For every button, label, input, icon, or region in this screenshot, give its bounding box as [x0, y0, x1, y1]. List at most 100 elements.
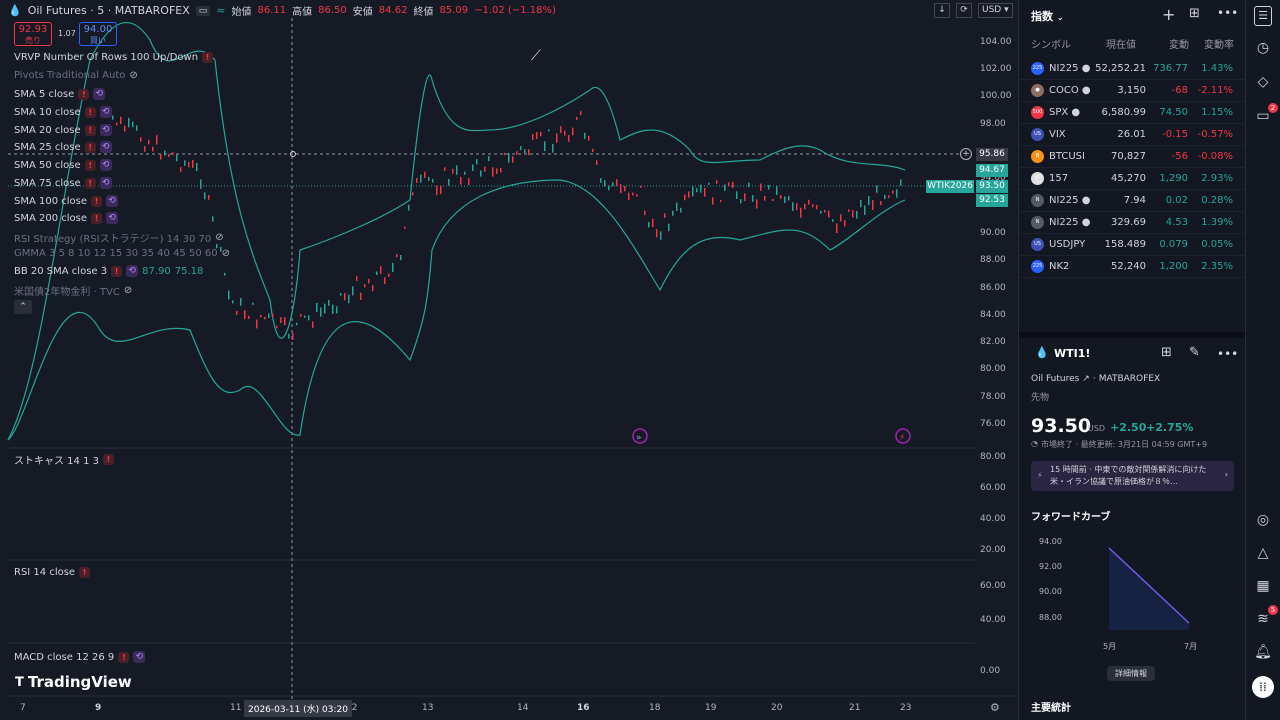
indicator-sma20[interactable]: SMA 20 close! ⟲: [14, 124, 112, 136]
chart-title[interactable]: Oil Futures · 5 · MATBAROFEX: [28, 4, 190, 17]
indicator-sma50[interactable]: SMA 50 close! ⟲: [14, 159, 112, 171]
download-icon[interactable]: ↓: [934, 3, 950, 18]
ideas-icon[interactable]: △: [1253, 543, 1273, 563]
currency-select[interactable]: USD ▾: [978, 3, 1013, 18]
settings-gear-icon[interactable]: ⚙: [990, 701, 1000, 714]
warning-icon[interactable]: !: [202, 52, 214, 63]
cycle-icon[interactable]: ⟲: [93, 88, 106, 100]
add-symbol-icon[interactable]: +: [1162, 5, 1175, 24]
candle: [468, 178, 470, 185]
watchlist-title[interactable]: 指数 ⌄: [1031, 8, 1064, 24]
warning-icon[interactable]: !: [118, 651, 130, 663]
watchlist-row[interactable]: 225 NI225 ● 52,252.21 736.77 1.43%: [1019, 58, 1246, 80]
warning-icon[interactable]: !: [91, 195, 103, 207]
col-symbol[interactable]: シンボル: [1031, 36, 1071, 51]
grid-icon[interactable]: ⊞: [1161, 345, 1172, 360]
indicator-rsi-strategy[interactable]: RSI Strategy (RSIストラテジー) 14 30 70 ⊘: [14, 230, 224, 245]
news-banner[interactable]: ⚡ 15 時間前 · 中東での敵対関係解消に向けた米・イラン協議で原油価格が８％…: [1031, 461, 1234, 491]
detail-name[interactable]: Oil Futures: [1031, 374, 1079, 384]
warning-icon[interactable]: !: [79, 567, 91, 578]
cycle-icon[interactable]: ⟲: [106, 212, 119, 224]
detail-price: 93.50: [1031, 415, 1092, 437]
col-price[interactable]: 現在値: [1106, 36, 1136, 51]
cycle-icon[interactable]: ⟲: [99, 141, 112, 153]
cycle-icon[interactable]: ⟲: [99, 124, 112, 136]
cycle-icon[interactable]: ⟲: [133, 651, 146, 663]
indicator-macd[interactable]: MACD close 12 26 9! ⟲: [14, 651, 146, 663]
candle: [400, 255, 402, 261]
watchlist-row[interactable]: N NI225 ● 7.94 0.02 0.28%: [1019, 190, 1246, 212]
tradingview-logo[interactable]: ꓔ TradingView: [15, 673, 132, 691]
watchlist-row[interactable]: 225 NK2 52,240 1,200 2.35%: [1019, 256, 1246, 278]
layers-icon[interactable]: ◇: [1253, 72, 1273, 92]
calendar-icon[interactable]: ▦: [1253, 576, 1273, 596]
indicator-bb[interactable]: BB 20 SMA close 3! ⟲ 87.90 75.18: [14, 265, 203, 277]
candle: [348, 294, 350, 303]
apps-grid-icon[interactable]: ⁞⁞: [1252, 676, 1274, 698]
buy-button[interactable]: 94.00 買い: [79, 22, 117, 46]
more-icon[interactable]: •••: [1217, 347, 1238, 361]
cycle-icon[interactable]: ⟲: [126, 265, 139, 277]
more-icon[interactable]: •••: [1217, 6, 1238, 20]
alerts-clock-icon[interactable]: ◷: [1253, 38, 1273, 58]
warning-icon[interactable]: !: [103, 454, 114, 465]
cycle-icon[interactable]: ⟲: [99, 106, 112, 118]
indicator-us2y[interactable]: 米国債2年物金利 · TVC ⊘: [14, 283, 132, 298]
indicator-sma75[interactable]: SMA 75 close! ⟲: [14, 177, 112, 189]
warning-icon[interactable]: !: [84, 177, 96, 189]
price-chart[interactable]: ⟋ » ⚡: [0, 0, 1018, 720]
indicator-label: SMA 200 close: [14, 212, 88, 224]
indicator-pivots[interactable]: Pivots Traditional Auto ⊘: [14, 70, 138, 81]
warning-icon[interactable]: !: [84, 141, 96, 153]
eye-off-icon[interactable]: ⊘: [222, 248, 230, 259]
external-link-icon[interactable]: ↗: [1082, 374, 1090, 384]
cycle-icon[interactable]: ⟲: [99, 177, 112, 189]
detail-symbol[interactable]: WTI1!: [1054, 347, 1090, 360]
warning-icon[interactable]: !: [84, 106, 96, 118]
watchlist-row[interactable]: N NI225 ● 329.69 4.53 1.39%: [1019, 212, 1246, 234]
collapse-legend-button[interactable]: ⌃: [14, 300, 32, 314]
cycle-icon[interactable]: ⟲: [106, 195, 119, 207]
indicator-rsi[interactable]: RSI 14 close!: [14, 567, 91, 578]
watchlist-row[interactable]: US USDJPY 158.489 0.079 0.05%: [1019, 234, 1246, 256]
eye-off-icon[interactable]: ⊘: [124, 285, 132, 296]
cycle-icon[interactable]: ⟲: [99, 159, 112, 171]
warning-icon[interactable]: !: [78, 88, 90, 100]
col-pct[interactable]: 変動率: [1204, 36, 1234, 51]
eye-off-icon[interactable]: ⊘: [215, 232, 223, 243]
warning-icon[interactable]: !: [84, 159, 96, 171]
watchlist-row[interactable]: JP 157 45,270 1,290 2.93%: [1019, 168, 1246, 190]
bell-icon[interactable]: 🔔︎: [1253, 642, 1273, 662]
watchlist-row[interactable]: 500 SPX ● 6,580.99 74.50 1.15%: [1019, 102, 1246, 124]
candle: [492, 167, 494, 177]
layout-icon[interactable]: ⊞: [1189, 6, 1200, 21]
indicator-label: SMA 50 close: [14, 159, 81, 171]
watchlist-icon[interactable]: ☰: [1254, 6, 1272, 26]
wl-symbol: NK2: [1049, 261, 1070, 272]
indicator-stoch[interactable]: ストキャス 14 1 3!: [14, 452, 114, 467]
warning-icon[interactable]: !: [91, 212, 103, 224]
crosshair-add-icon[interactable]: +: [960, 148, 972, 160]
details-button[interactable]: 詳細情報: [1107, 666, 1155, 681]
indicator-vrvp[interactable]: VRVP Number Of Rows 100 Up/Down!: [14, 52, 214, 63]
indicator-sma10[interactable]: SMA 10 close! ⟲: [14, 106, 112, 118]
target-icon[interactable]: ◎: [1253, 510, 1273, 530]
watchlist-row[interactable]: B BTCUSI 70,827 -56 -0.08%: [1019, 146, 1246, 168]
indicator-sma100[interactable]: SMA 100 close! ⟲: [14, 195, 119, 207]
watchlist-row[interactable]: US VIX 26.01 -0.15 -0.57%: [1019, 124, 1246, 146]
indicator-sma25[interactable]: SMA 25 close! ⟲: [14, 141, 112, 153]
indicator-sma5[interactable]: SMA 5 close! ⟲: [14, 88, 106, 100]
flag-icon[interactable]: ▭: [195, 5, 211, 16]
warning-icon[interactable]: !: [111, 265, 123, 277]
warning-icon[interactable]: !: [84, 124, 96, 136]
refresh-icon[interactable]: ⟳: [956, 3, 972, 18]
chart-pane[interactable]: ⟋ » ⚡ 💧 Oil Futures · 5 · MATBAROFEX ▭ ≈…: [0, 0, 1018, 720]
watchlist-row[interactable]: ● COCO ● 3,150 -68 -2.11%: [1019, 80, 1246, 102]
col-change[interactable]: 変動: [1169, 36, 1189, 51]
eye-off-icon[interactable]: ⊘: [129, 70, 137, 81]
buy-price: 94.00: [83, 24, 113, 35]
sell-button[interactable]: 92.93 売り: [14, 22, 52, 46]
edit-icon[interactable]: ✎: [1189, 345, 1200, 360]
indicator-sma200[interactable]: SMA 200 close! ⟲: [14, 212, 119, 224]
indicator-gmma[interactable]: GMMA 3 5 8 10 12 15 30 35 40 45 50 60 ⊘: [14, 248, 230, 259]
